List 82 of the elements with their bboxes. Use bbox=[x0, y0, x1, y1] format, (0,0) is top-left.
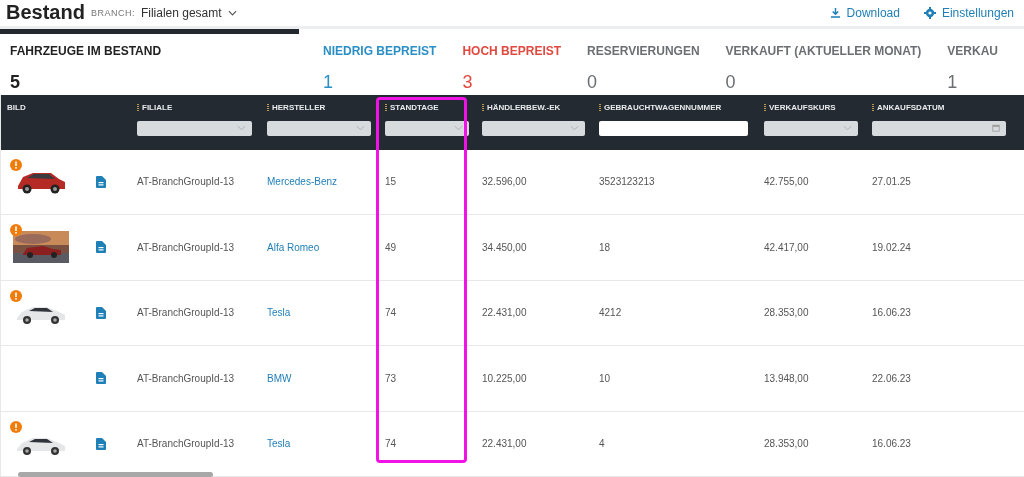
table-cell: 42.417,00 bbox=[764, 241, 809, 253]
chevron-down-icon bbox=[237, 125, 247, 131]
manufacturer-link[interactable]: Alfa Romeo bbox=[267, 241, 320, 253]
document-icon[interactable] bbox=[96, 175, 106, 188]
table-cell: 4212 bbox=[599, 307, 622, 319]
table-cell: 22.431,00 bbox=[482, 307, 527, 319]
table-cell: 73 bbox=[385, 372, 397, 384]
table-cell: 49 bbox=[385, 241, 397, 253]
table-cell: AT-BranchGroupId-13 bbox=[137, 307, 235, 319]
column-header[interactable]: GEBRAUCHTWAGENNUMMER bbox=[599, 102, 754, 113]
drag-handle-icon[interactable] bbox=[599, 104, 601, 111]
filter-dropdown[interactable] bbox=[267, 120, 371, 136]
drag-handle-icon[interactable] bbox=[872, 104, 874, 111]
drag-handle-icon[interactable] bbox=[764, 104, 766, 111]
table-cell: 42.755,00 bbox=[764, 176, 809, 188]
table-cell: AT-BranchGroupId-13 bbox=[137, 176, 235, 188]
manufacturer-link[interactable]: Tesla bbox=[267, 307, 291, 319]
stat-tab[interactable]: RESERVIERUNGEN 0 bbox=[587, 28, 700, 95]
drag-handle-icon[interactable] bbox=[137, 104, 139, 111]
document-icon[interactable] bbox=[96, 437, 106, 450]
stat-tab[interactable]: VERKAU 1 bbox=[947, 28, 998, 95]
manufacturer-link[interactable]: Mercedes-Benz bbox=[267, 176, 338, 188]
table-cell: AT-BranchGroupId-13 bbox=[137, 372, 235, 384]
download-link[interactable]: Download bbox=[846, 5, 900, 20]
table-cell: 3523123213 bbox=[599, 176, 655, 188]
date-filter-field[interactable] bbox=[872, 120, 1007, 136]
branch-dropdown[interactable]: Filialen gesamt bbox=[140, 5, 222, 20]
table-cell: 19.02.24 bbox=[872, 241, 911, 253]
drag-handle-icon[interactable] bbox=[267, 104, 269, 111]
table-cell: 32.596,00 bbox=[482, 176, 527, 188]
filter-dropdown[interactable] bbox=[482, 120, 585, 136]
settings-link[interactable]: Einstellungen bbox=[941, 5, 1014, 20]
caret-icon bbox=[227, 9, 237, 16]
column-header[interactable]: HERSTELLER bbox=[267, 102, 375, 113]
calendar-icon bbox=[992, 124, 1001, 132]
drag-handle-icon[interactable] bbox=[385, 104, 387, 111]
horizontal-scrollbar[interactable] bbox=[18, 472, 213, 477]
chevron-down-icon bbox=[843, 125, 853, 131]
chevron-down-icon bbox=[453, 125, 463, 131]
table-cell: 74 bbox=[385, 307, 397, 319]
chevron-down-icon bbox=[569, 125, 579, 131]
table-cell: 10.225,00 bbox=[482, 372, 527, 384]
drag-handle-icon[interactable] bbox=[482, 104, 484, 111]
table-cell: 13.948,00 bbox=[764, 372, 809, 384]
table-cell: AT-BranchGroupId-13 bbox=[137, 241, 235, 253]
table-cell: 10 bbox=[599, 372, 611, 384]
stat-tab[interactable]: NIEDRIG BEPREIST 1 bbox=[323, 28, 437, 95]
table-cell: 22.431,00 bbox=[482, 438, 527, 450]
table-cell: 16.06.23 bbox=[872, 307, 911, 319]
filter-dropdown[interactable] bbox=[385, 120, 469, 136]
table-cell: 74 bbox=[385, 438, 397, 450]
table-cell: 27.01.25 bbox=[872, 176, 911, 188]
document-icon[interactable] bbox=[96, 372, 106, 385]
table-cell: 28.353,00 bbox=[764, 438, 809, 450]
page-title: Bestand bbox=[6, 1, 85, 25]
table-cell: 22.06.23 bbox=[872, 372, 911, 384]
filter-dropdown[interactable] bbox=[764, 120, 859, 136]
document-icon[interactable] bbox=[96, 241, 106, 254]
manufacturer-link[interactable]: Tesla bbox=[267, 438, 291, 450]
stat-tab[interactable]: HOCH BEPREIST 3 bbox=[462, 28, 562, 95]
table-cell: 28.353,00 bbox=[764, 307, 809, 319]
table-cell: 18 bbox=[599, 241, 611, 253]
column-header[interactable]: HÄNDLERBEW.-EK bbox=[482, 102, 589, 113]
stat-tab[interactable]: VERKAUFT (AKTUELLER MONAT) 0 bbox=[725, 28, 922, 95]
document-icon[interactable] bbox=[96, 306, 106, 319]
table-cell: 34.450,00 bbox=[482, 241, 527, 253]
branch-label: BRANCH: bbox=[90, 7, 135, 18]
column-header[interactable]: FILIALE bbox=[137, 102, 257, 113]
table-cell: 16.06.23 bbox=[872, 438, 911, 450]
table-cell: 15 bbox=[385, 176, 397, 188]
column-header[interactable]: VERKAUFSKURS bbox=[764, 102, 862, 113]
table-cell: AT-BranchGroupId-13 bbox=[137, 438, 235, 450]
column-header[interactable]: STANDTAGE bbox=[385, 102, 472, 113]
filter-dropdown[interactable] bbox=[137, 120, 253, 136]
manufacturer-link[interactable]: BMW bbox=[267, 372, 292, 384]
column-header[interactable]: BILD bbox=[7, 102, 92, 113]
table-cell: 4 bbox=[599, 438, 605, 450]
filter-input[interactable] bbox=[599, 120, 748, 136]
download-icon bbox=[829, 7, 841, 19]
chevron-down-icon bbox=[355, 125, 365, 131]
settings-icon bbox=[923, 6, 936, 19]
column-header[interactable]: ANKAUFSDATUM bbox=[872, 102, 1012, 113]
